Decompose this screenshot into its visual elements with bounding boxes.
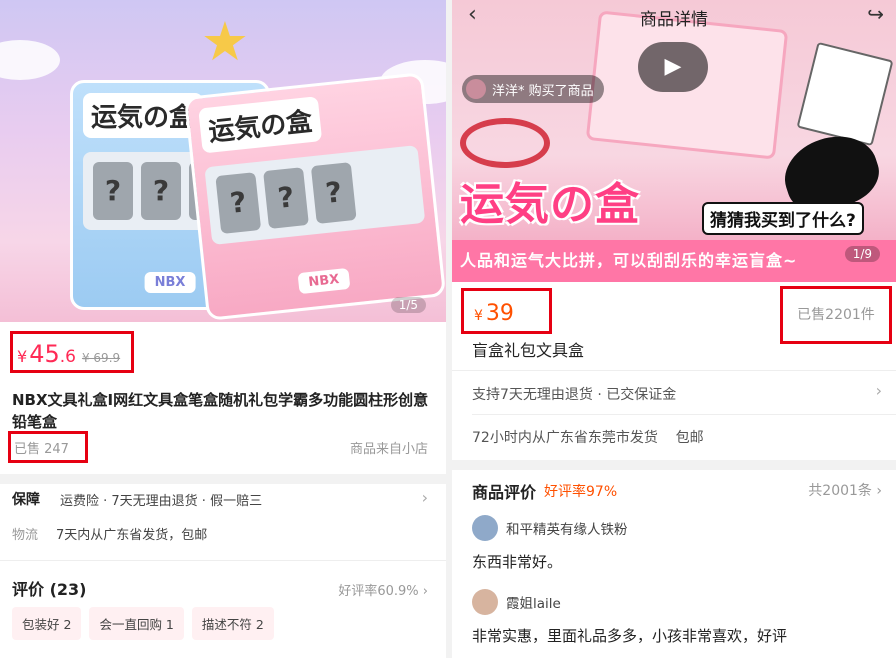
reviews-heading[interactable]: 评价 (23) [12,576,86,600]
share-icon[interactable]: ↪ [867,2,884,26]
logistics-label: 物流 [12,528,39,543]
divider [452,370,896,371]
divider [0,560,446,561]
chevron-right-icon[interactable]: › [422,488,428,507]
section-divider [0,474,446,484]
avatar [466,79,486,99]
buyer-notice-text: 洋洋* 购买了商品 [492,83,594,99]
chevron-right-icon: › [876,483,882,499]
guarantee-row[interactable]: 保障 运费险 · 7天无理由退货 · 假一赔三 [12,489,262,509]
scissors-decoration [460,118,550,168]
notebook-decoration [796,41,894,147]
mystery-slot: ? [263,167,309,229]
divider [472,414,896,415]
product-video-carousel[interactable]: ‹ 商品详情 ↪ ▶ 洋洋* 购买了商品 运気の盒 猜猜我买到了什么? 人品和运… [452,0,896,282]
reviews-total: 共2001条 [808,483,872,499]
machine-title: 运気の盒 [198,96,323,154]
product-title: NBX文具礼盒I网红文具盒笔盒随机礼包学霸多功能圆柱形创意铅笔盒 [12,391,429,431]
reviews-total-link[interactable]: 共2001条 › [808,480,882,500]
cloud-decoration [0,40,60,80]
mystery-slot: ? [141,162,181,220]
service-info[interactable]: 支持7天无理由退货 · 已交保证金 [472,384,676,404]
guarantee-label: 保障 [12,492,40,508]
reviews-header[interactable]: 商品评价 好评率97% [472,479,617,503]
hero-caption: 猜猜我买到了什么? [702,202,864,235]
reviewer-name: 霞姐laile [506,596,561,612]
product-image-carousel[interactable]: ★ 运気の盒 ? ? ? NBX 运気の盒 ? ? ? NBX 1/5 [0,0,446,322]
sold-count: 已售2201件 [780,286,892,344]
hero-banner: 人品和运气大比拼，可以刮刮乐的幸运盲盒~ [452,240,896,282]
reviewer-name: 和平精英有缘人铁粉 [506,522,628,538]
price-block: ¥ 39 [461,288,552,334]
right-product-page: ‹ 商品详情 ↪ ▶ 洋洋* 购买了商品 运気の盒 猜猜我买到了什么? 人品和运… [452,0,896,658]
recent-buyer-notice: 洋洋* 购买了商品 [462,75,604,103]
section-divider [452,460,896,470]
logistics-row: 物流 7天内从广东省发货，包邮 [12,524,207,543]
currency-symbol: ¥ [474,308,483,324]
shop-source[interactable]: 商品来自小店 [350,438,428,457]
image-counter: 1/9 [844,246,880,262]
positive-rate: 好评率60.9% [338,584,419,599]
review-comment: 东西非常好。 [472,553,563,571]
mystery-slot: ? [310,162,357,224]
brand-label: NBX [144,272,196,293]
guarantee-value: 运费险 · 7天无理由退货 · 假一赔三 [60,493,263,509]
logistics-value: 7天内从广东省发货，包邮 [56,528,208,543]
positive-rate: 好评率97% [544,484,618,500]
play-video-button[interactable]: ▶ [638,42,708,92]
page-title: 商品详情 [640,10,708,30]
avatar [472,589,498,615]
price-integer: 39 [485,301,514,326]
brand-label: NBX [297,267,351,295]
sold-count: 已售 247 [8,431,88,463]
avatar [472,515,498,541]
review-tags: 包装好 2 会一直回购 1 描述不符 2 [12,607,274,640]
mystery-slot: ? [215,172,262,234]
left-product-page: ★ 运気の盒 ? ? ? NBX 运気の盒 ? ? ? NBX 1/5 ¥ 45… [0,0,446,658]
star-icon: ★ [200,10,250,73]
image-counter: 1/5 [390,297,426,313]
lucky-box-machine-pink: 运気の盒 ? ? ? NBX [183,72,446,321]
machine-slots: ? ? ? [204,145,426,245]
review-tag[interactable]: 包装好 2 [12,607,82,640]
shipping-info: 72小时内从广东省东莞市发货 包邮 [472,430,704,446]
product-title: 盲盒礼包文具盒 [472,341,585,360]
reviewer[interactable]: 霞姐laile [472,589,561,615]
price-decimal: .6 [59,347,76,367]
review-comment: 非常实惠，里面礼品多多，小孩非常喜欢，好评 [472,627,788,645]
currency-symbol: ¥ [17,347,28,366]
price-block: ¥ 45 .6 ¥ 69.9 [10,331,134,373]
review-tag[interactable]: 描述不符 2 [191,607,274,640]
hero-title: 运気の盒 [460,179,640,230]
chevron-right-icon: › [422,584,428,599]
chevron-right-icon[interactable]: › [876,381,882,400]
original-price: ¥ 69.9 [81,351,121,365]
reviews-heading: 商品评价 [472,483,537,502]
positive-rate-link[interactable]: 好评率60.9% › [338,580,428,599]
review-tag[interactable]: 会一直回购 1 [89,607,184,640]
mystery-slot: ? [93,162,133,220]
reviewer[interactable]: 和平精英有缘人铁粉 [472,515,628,541]
price-integer: 45 [29,340,60,368]
